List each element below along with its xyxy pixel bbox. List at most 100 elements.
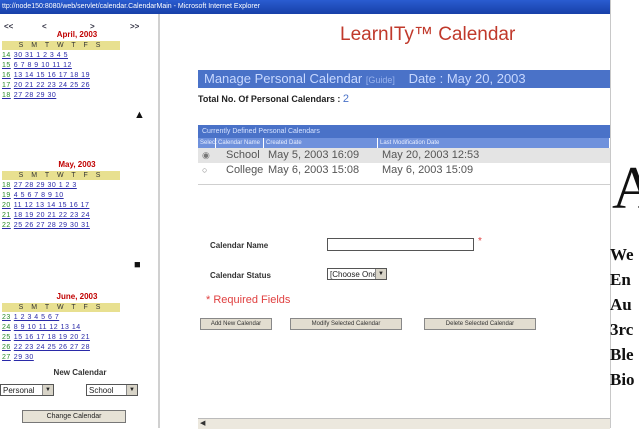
total-calendars: Total No. Of Personal Calendars : 2: [198, 93, 349, 105]
week-number[interactable]: 19: [2, 192, 11, 199]
separator: [198, 184, 610, 185]
delete-calendar-button[interactable]: Delete Selected Calendar: [424, 318, 536, 330]
calendar-name-label: Calendar Name: [210, 241, 269, 250]
document-line: En: [610, 270, 631, 289]
current-date: Date : May 20, 2003: [408, 71, 526, 86]
table-row[interactable]: ○ College May 6, 2003 15:08 May 6, 2003 …: [198, 163, 610, 178]
new-calendar-label: New Calendar: [53, 368, 107, 377]
week-number[interactable]: 18: [2, 92, 11, 99]
week-row[interactable]: 20 11 12 13 14 15 16 17: [2, 201, 120, 210]
created-date-cell: May 5, 2003 16:09: [268, 149, 360, 161]
week-row[interactable]: 18 27 28 29 30: [2, 91, 120, 100]
week-days[interactable]: 25 26 27 28 29 30 31: [14, 222, 90, 229]
calendar-status-select[interactable]: [Choose One] ▼: [327, 268, 387, 280]
document-line: We: [610, 245, 634, 264]
week-days[interactable]: 4 5 6 7 8 9 10: [14, 192, 64, 199]
total-label: Total No. Of Personal Calendars :: [198, 94, 341, 104]
week-row[interactable]: 16 13 14 15 16 17 18 19: [2, 71, 120, 80]
window-title-bar[interactable]: ttp://node150:8080/web/servlet/calendar.…: [0, 0, 610, 14]
week-number[interactable]: 18: [2, 182, 11, 189]
section-title: Manage Personal Calendar: [204, 71, 363, 86]
week-row[interactable]: 27 29 30: [2, 353, 120, 362]
column-header-modified: Last Modification Date: [378, 138, 610, 148]
week-row[interactable]: 23 1 2 3 4 5 6 7: [2, 313, 120, 322]
calendar-type-select[interactable]: Personal ▼: [0, 384, 54, 396]
week-number[interactable]: 20: [2, 202, 11, 209]
week-days[interactable]: 29 30: [14, 354, 34, 361]
week-row[interactable]: 22 25 26 27 28 29 30 31: [2, 221, 120, 230]
week-days[interactable]: 8 9 10 11 12 13 14: [14, 324, 81, 331]
calendar-name-cell: School: [226, 149, 260, 161]
week-days[interactable]: 18 19 20 21 22 23 24: [14, 212, 90, 219]
total-value: 2: [342, 93, 350, 105]
week-number[interactable]: 24: [2, 324, 11, 331]
week-row[interactable]: 15 6 7 8 9 10 11 12: [2, 61, 120, 70]
browser-window: ttp://node150:8080/web/servlet/calendar.…: [0, 0, 611, 429]
calendar-status-label: Calendar Status: [210, 271, 271, 280]
week-number[interactable]: 14: [2, 52, 11, 59]
document-line: Bio: [610, 370, 635, 389]
horizontal-scrollbar[interactable]: ◀: [198, 418, 610, 429]
week-number[interactable]: 23: [2, 314, 11, 321]
chevron-down-icon: ▼: [42, 385, 53, 395]
week-row[interactable]: 17 20 21 22 23 24 25 26: [2, 81, 120, 90]
week-number[interactable]: 17: [2, 82, 11, 89]
document-line: 3rc: [610, 320, 634, 339]
modify-calendar-button[interactable]: Modify Selected Calendar: [290, 318, 402, 330]
row-radio[interactable]: ◉: [202, 151, 210, 160]
weekday-header: S M T W T F S: [2, 41, 120, 50]
table-row[interactable]: ◉ School May 5, 2003 16:09 May 20, 2003 …: [198, 148, 610, 163]
week-days[interactable]: 15 16 17 18 19 20 21: [14, 334, 90, 341]
week-days[interactable]: 27 28 29 30 1 2 3: [14, 182, 77, 189]
week-days[interactable]: 6 7 8 9 10 11 12: [14, 62, 72, 69]
week-row[interactable]: 14 30 31 1 2 3 4 5: [2, 51, 120, 60]
week-row[interactable]: 26 22 23 24 25 26 27 28: [2, 343, 120, 352]
week-number[interactable]: 27: [2, 354, 11, 361]
modified-date-cell: May 20, 2003 12:53: [382, 149, 480, 161]
week-row[interactable]: 25 15 16 17 18 19 20 21: [2, 333, 120, 342]
calendar-name-cell: College: [226, 164, 264, 176]
month-title: June, 2003: [56, 292, 98, 301]
row-radio[interactable]: ○: [202, 166, 210, 175]
weekday-header: S M T W T F S: [2, 303, 120, 312]
month-title: May, 2003: [58, 160, 96, 169]
app-title: LearnITy™ Calendar: [340, 24, 516, 45]
week-number[interactable]: 25: [2, 334, 11, 341]
week-days[interactable]: 30 31 1 2 3 4 5: [14, 52, 68, 59]
week-days[interactable]: 11 12 13 14 15 16 17: [14, 202, 90, 209]
week-days[interactable]: 27 28 29 30: [14, 92, 56, 99]
calendar-status-value: [Choose One]: [330, 270, 380, 279]
chevron-down-icon: ▼: [375, 269, 386, 279]
column-header-created: Created Date: [264, 138, 378, 148]
week-number[interactable]: 21: [2, 212, 11, 219]
pane-divider[interactable]: [158, 14, 160, 428]
change-calendar-button[interactable]: Change Calendar: [22, 410, 126, 423]
week-days[interactable]: 22 23 24 25 26 27 28: [14, 344, 90, 351]
week-number[interactable]: 15: [2, 62, 11, 69]
week-days[interactable]: 20 21 22 23 24 25 26: [14, 82, 90, 89]
week-number[interactable]: 22: [2, 222, 11, 229]
scroll-left-icon[interactable]: ◀: [200, 419, 205, 429]
week-number[interactable]: 16: [2, 72, 11, 79]
week-row[interactable]: 21 18 19 20 21 22 23 24: [2, 211, 120, 220]
required-marker: *: [478, 236, 482, 247]
prev-year-button[interactable]: <<: [4, 22, 13, 31]
week-row[interactable]: 18 27 28 29 30 1 2 3: [2, 181, 120, 190]
calendar-select-value: School: [89, 386, 114, 395]
add-calendar-button[interactable]: Add New Calendar: [200, 318, 272, 330]
guide-link[interactable]: [Guide]: [366, 75, 395, 85]
week-days[interactable]: 1 2 3 4 5 6 7: [14, 314, 59, 321]
created-date-cell: May 6, 2003 15:08: [268, 164, 360, 176]
mini-calendar-pane: << < > >> April, 2003 S M T W T F S 14 30 3…: [0, 14, 158, 428]
calendar-name-input[interactable]: [327, 238, 474, 251]
table-header: Select Calendar Name Created Date Last M…: [198, 138, 610, 148]
week-days[interactable]: 13 14 15 16 17 18 19: [14, 72, 90, 79]
document-big-letter: A: [612, 155, 639, 221]
column-header-name: Calendar Name: [216, 138, 264, 148]
calendar-select[interactable]: School ▼: [86, 384, 138, 396]
calendar-type-value: Personal: [3, 386, 35, 395]
week-row[interactable]: 24 8 9 10 11 12 13 14: [2, 323, 120, 332]
document-line: Ble: [610, 345, 634, 364]
week-row[interactable]: 19 4 5 6 7 8 9 10: [2, 191, 120, 200]
week-number[interactable]: 26: [2, 344, 11, 351]
